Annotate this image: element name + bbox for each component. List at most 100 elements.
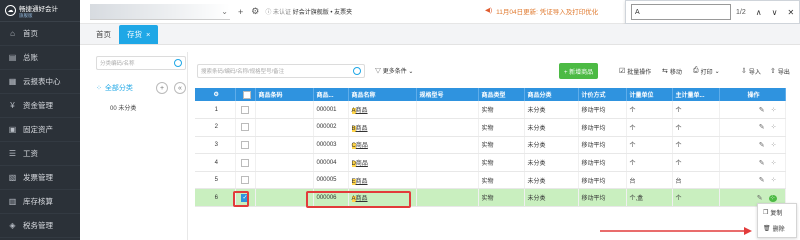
sidebar-item-tax[interactable]: ◈ 税务管理: [0, 214, 80, 238]
column-header[interactable]: 商品条码: [255, 88, 314, 101]
goods-name[interactable]: 商品: [356, 108, 368, 114]
find-next-icon[interactable]: ∨: [772, 8, 778, 17]
sidebar-item-asset[interactable]: ▣ 固定资产: [0, 118, 80, 142]
goods-name[interactable]: 商品: [356, 196, 368, 202]
row-checkbox-cell[interactable]: [235, 136, 256, 155]
select-all-header[interactable]: [235, 88, 256, 101]
row-checkbox[interactable]: [241, 140, 249, 149]
goods-name[interactable]: 商品: [356, 126, 368, 132]
move-button[interactable]: ⇆ 移动: [662, 63, 682, 79]
app-logo: ☁ 畅捷通好会计 旗舰版: [0, 0, 80, 22]
row-number: 3: [195, 136, 236, 155]
gear-icon[interactable]: ⚙: [251, 6, 259, 17]
actions-cell: ✎ ⁘: [719, 118, 786, 137]
cert-label: 未认证: [273, 10, 292, 16]
row-checkbox[interactable]: [241, 105, 249, 114]
column-header[interactable]: 计价方式: [578, 88, 627, 101]
toolbar: 搜索条码/编码/名称/规格型号/备注 ▽ 更多条件 ⌄ + 新增商品 ☑ 批量操作…: [195, 62, 800, 80]
column-header[interactable]: 计量单位: [626, 88, 673, 101]
main-unit-cell: 个: [672, 153, 720, 172]
goods-search-input[interactable]: 搜索条码/编码/名称/规格型号/备注: [197, 64, 365, 78]
tab-home[interactable]: 首页: [88, 25, 119, 44]
table-row[interactable]: 4 000004 D商品 实物 未分类 移动平均个个 ✎ ⁘: [195, 153, 786, 172]
add-goods-button[interactable]: + 新增商品: [559, 63, 599, 79]
more-actions-icon[interactable]: ⁘: [771, 142, 777, 149]
goods-name[interactable]: 商品: [356, 179, 368, 185]
column-header[interactable]: 商品类型: [478, 88, 525, 101]
tree-item-uncategorized[interactable]: 00 未分类: [110, 103, 136, 112]
sidebar-item-ledger[interactable]: ▤ 总账: [0, 46, 80, 70]
goods-name[interactable]: 商品: [356, 161, 368, 167]
row-checkbox-cell[interactable]: [235, 171, 256, 190]
batch-icon: ☑: [619, 68, 626, 75]
row-checkbox-cell[interactable]: [235, 153, 256, 172]
name-cell: A商品: [348, 101, 417, 120]
goods-name[interactable]: 商品: [356, 143, 368, 149]
sidebar-item-home[interactable]: ⌂ 首页: [0, 22, 80, 46]
column-header[interactable]: 商品分类: [524, 88, 579, 101]
table-row[interactable]: 1 000001 A商品 实物 未分类 移动平均个个 ✎ ⁘: [195, 101, 786, 120]
more-actions-icon[interactable]: ⁘: [771, 177, 777, 184]
column-header[interactable]: 规格型号: [416, 88, 479, 101]
edit-icon[interactable]: ✎: [759, 177, 765, 184]
more-actions-icon[interactable]: ⁘: [768, 194, 777, 202]
more-actions-icon[interactable]: ⁘: [771, 160, 777, 167]
sidebar-item-invoice[interactable]: ▧ 发票管理: [0, 166, 80, 190]
more-actions-icon[interactable]: ⁘: [771, 107, 777, 114]
tree-root[interactable]: ⁘ 全部分类: [96, 83, 133, 93]
logo-icon: ☁: [5, 5, 16, 16]
find-input[interactable]: A: [631, 4, 731, 20]
export-button[interactable]: ⇧ 导出: [770, 63, 790, 79]
category-add-button[interactable]: +: [156, 82, 168, 94]
row-number: 6: [195, 188, 236, 208]
edit-icon[interactable]: ✎: [757, 195, 763, 202]
print-button[interactable]: ⎙ 打印 ⌄: [693, 63, 720, 79]
find-close-icon[interactable]: ✕: [787, 8, 794, 17]
more-actions-icon[interactable]: ⁘: [771, 124, 777, 131]
select-all-checkbox[interactable]: [242, 90, 251, 99]
row-checkbox[interactable]: [241, 176, 249, 185]
find-prev-icon[interactable]: ∧: [756, 8, 762, 17]
update-notice[interactable]: ◀) 11月04日更新: 凭证导入及打印优化: [485, 6, 598, 16]
column-settings-header[interactable]: ⚙: [195, 88, 236, 101]
column-header[interactable]: 商品名称: [348, 88, 417, 101]
edit-icon[interactable]: ✎: [759, 124, 765, 131]
pricing-cell: 移动平均: [578, 153, 627, 172]
tab-inventory[interactable]: 存货 ×: [119, 25, 159, 44]
row-checkbox[interactable]: [241, 123, 249, 132]
sidebar-item-money[interactable]: ¥ 资金管理: [0, 94, 80, 118]
edit-icon[interactable]: ✎: [759, 107, 765, 114]
collapse-panel-button[interactable]: «: [174, 82, 186, 94]
row-number: 1: [195, 101, 236, 120]
row-checkbox[interactable]: ✓: [241, 193, 249, 202]
pricing-cell: 移动平均: [578, 101, 627, 120]
table-row[interactable]: 5 000005 E商品 实物 未分类 移动平均台台 ✎ ⁘: [195, 171, 786, 190]
menu-item-delete[interactable]: 🗑 删除: [758, 220, 796, 236]
row-checkbox-cell[interactable]: [235, 101, 256, 120]
table-row[interactable]: 3 000003 C商品 实物 未分类 移动平均个个 ✎ ⁘: [195, 136, 786, 155]
table-row[interactable]: 6 ✓ 000006 A商品 实物 未分类 移动平均 个,盒个 ✎ ⁘: [195, 188, 786, 208]
add-icon[interactable]: +: [238, 7, 243, 17]
column-header[interactable]: 主计量单...: [672, 88, 720, 101]
account-selector[interactable]: ⌄: [90, 3, 230, 20]
row-checkbox[interactable]: [241, 158, 249, 167]
chevron-down-icon: ⌄: [221, 6, 228, 16]
sidebar-item-report[interactable]: ▦ 云报表中心: [0, 70, 80, 94]
category-search-input[interactable]: 分类编码/名称: [96, 56, 186, 70]
more-conditions-button[interactable]: ▽ 更多条件 ⌄: [375, 66, 413, 75]
batch-operation-button[interactable]: ☑ 批量操作: [619, 63, 651, 79]
row-checkbox-cell[interactable]: ✓: [235, 188, 256, 208]
copy-icon: ❐: [763, 209, 769, 216]
row-checkbox-cell[interactable]: [235, 118, 256, 137]
chevron-down-icon: ⌄: [408, 69, 414, 75]
edit-icon[interactable]: ✎: [759, 142, 765, 149]
table-row[interactable]: 2 000002 B商品 实物 未分类 移动平均个个 ✎ ⁘: [195, 118, 786, 137]
speaker-icon: ◀): [485, 7, 493, 14]
column-header[interactable]: 商品...: [313, 88, 349, 101]
import-button[interactable]: ⇩ 导入: [741, 63, 761, 79]
sidebar-item-inventory[interactable]: ▥ 库存核算: [0, 190, 80, 214]
close-icon[interactable]: ×: [146, 30, 150, 39]
sidebar-item-salary[interactable]: ☰ 工资: [0, 142, 80, 166]
edit-icon[interactable]: ✎: [759, 160, 765, 167]
menu-item-copy[interactable]: ❐ 复制: [758, 204, 796, 220]
